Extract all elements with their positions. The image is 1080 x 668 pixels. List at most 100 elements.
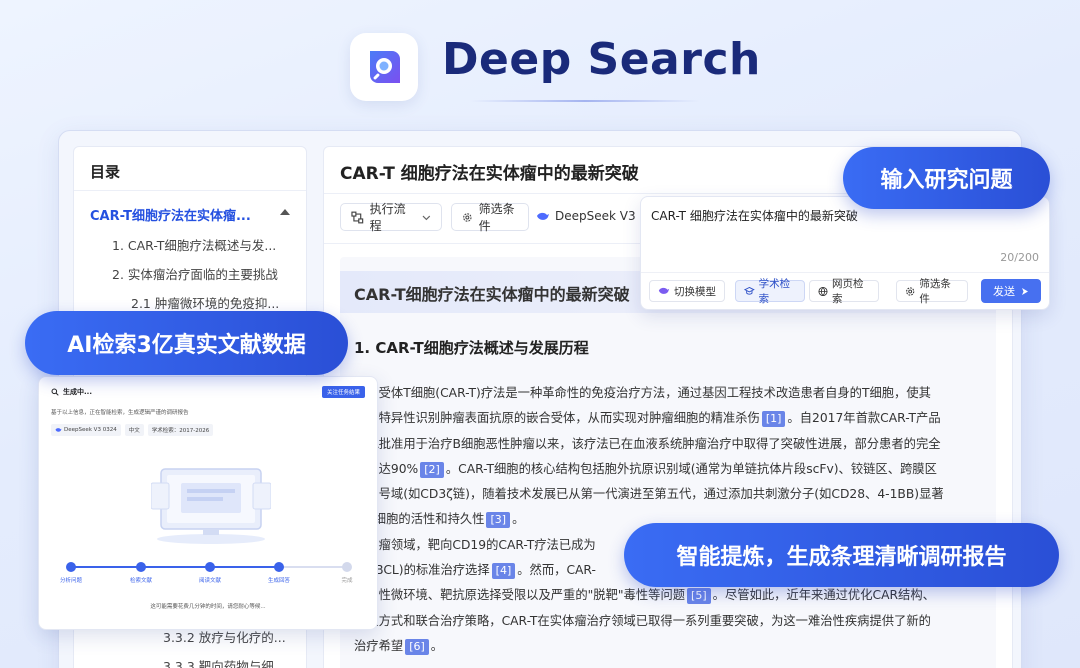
- feature-pill-report: 智能提炼，生成条理清晰调研报告: [624, 523, 1059, 587]
- filter-chip[interactable]: 筛选条件: [896, 278, 968, 305]
- step-label-3: 阅读文献: [198, 578, 221, 584]
- chevron-down-icon: [422, 215, 431, 220]
- report-line: 率高达90% [2] 。CAR-T细胞的核心结构包括胞外抗原识别域(通常为单链抗体片…: [354, 457, 984, 482]
- search-icon: [51, 388, 59, 396]
- report-line: 抑制性微环境、靶抗原选择受限以及严重的"脱靶"毒性等问题 [5] 。尽管如此，近年来…: [354, 583, 984, 608]
- model-indicator[interactable]: DeepSeek V3 03: [536, 209, 655, 223]
- globe-icon: [818, 286, 828, 296]
- send-arrow-icon: [1022, 287, 1028, 295]
- citation-badge[interactable]: [5]: [687, 588, 711, 605]
- progress-card: 生成中... 关注任务结果 基于以上信息，正在智能检索，生成逻辑严谨的调研报告 …: [38, 376, 378, 630]
- step-label-2: 检索文献: [129, 578, 152, 584]
- web-search-label: 网页检索: [831, 278, 864, 305]
- step-dot-2: [136, 562, 146, 572]
- academic-search-label: 学术检索: [758, 278, 791, 305]
- flow-icon: [351, 211, 364, 223]
- card-footer: 这可能需要花费几分钟的时间，请您耐心等候...: [150, 604, 266, 610]
- language-tag: 中文: [124, 424, 144, 436]
- step-label-1: 分析问题: [59, 578, 82, 584]
- deep-search-logo-icon: [370, 51, 400, 83]
- gear-icon: [906, 286, 915, 296]
- report-line: FDA批准用于治疗B细胞恶性肿瘤以来，该疗法已在血液系统肿瘤治疗中取得了突破性进…: [354, 432, 984, 457]
- filter-chip-label: 筛选条件: [919, 278, 951, 305]
- divider: [641, 272, 1049, 273]
- academic-search-chip[interactable]: 学术检索: [735, 278, 805, 305]
- toc-item-3-3-3[interactable]: 3.3.3 靶向药物与细...: [163, 656, 286, 668]
- progress-fill: [71, 566, 277, 568]
- collapse-caret-icon[interactable]: [280, 209, 290, 215]
- report-text: 能够特异性识别肿瘤表面抗原的嵌合受体，从而实现对肿瘤细胞的精准杀伤: [354, 411, 760, 426]
- gear-icon: [463, 212, 472, 222]
- question-input[interactable]: CAR-T 细胞疗法在实体瘤中的最新突破: [651, 207, 858, 224]
- step-label-4: 生成回答: [267, 578, 290, 584]
- citation-badge[interactable]: [1]: [761, 411, 786, 428]
- web-search-chip[interactable]: 网页检索: [809, 278, 879, 305]
- citation-badge[interactable]: [2]: [420, 461, 444, 478]
- report-line: 能够特异性识别肿瘤表面抗原的嵌合受体，从而实现对肿瘤细胞的精准杀伤 [1] 。自20…: [354, 406, 984, 431]
- filter-button[interactable]: 筛选条件: [451, 202, 529, 233]
- graduation-cap-icon: [744, 286, 755, 295]
- send-label: 发送: [993, 285, 1015, 298]
- status-line: 生成中...: [51, 387, 92, 397]
- report-line: 内信号域(如CD3ζ链)，随着技术发展已从第一代演进至第五代，通过添加共刺激分子…: [354, 482, 984, 507]
- report-text: 内信号域(如CD3ζ链)，随着技术发展已从第一代演进至第五代，通过添加共刺激分子…: [354, 487, 944, 502]
- flow-label: 执行流程: [369, 202, 406, 233]
- report-text: 。: [512, 512, 525, 527]
- report-text: FDA批准用于治疗B细胞恶性肿瘤以来，该疗法已在血液系统肿瘤治疗中取得了突破性进…: [354, 436, 941, 451]
- toc-heading: 目录: [74, 147, 306, 191]
- step-dot-4: [274, 562, 284, 572]
- search-range-tag: 学术检索：2017-2026: [147, 424, 214, 436]
- citation-badge[interactable]: [6]: [405, 638, 429, 655]
- report-text: 递送方式和联合治疗策略，CAR-T在实体瘤治疗领域已取得一系列重要突破，为这一难…: [354, 613, 931, 628]
- page-title: Deep Search: [442, 34, 761, 85]
- citation-badge[interactable]: [3]: [486, 512, 511, 529]
- toc-item-active[interactable]: CAR-T细胞疗法在实体瘤...: [90, 205, 251, 224]
- citation-badge[interactable]: [4]: [491, 563, 516, 580]
- report-body: CAR-T细胞疗法在实体瘤中的最新突破 1. CAR-T细胞疗法概述与发展历程 …: [340, 257, 996, 668]
- step-dot-5: [342, 562, 352, 572]
- step-dot-3: [205, 562, 215, 572]
- card-description: 基于以上信息，正在智能检索，生成逻辑严谨的调研报告: [51, 410, 189, 416]
- model-tag: DeepSeek V3 0324: [51, 424, 121, 436]
- feature-pill-search: AI检索3亿真实文献数据: [25, 311, 348, 375]
- report-text: 液肿瘤领域，靶向CD19的CAR-T疗法已成为: [354, 537, 596, 552]
- flow-button[interactable]: 执行流程: [340, 202, 442, 233]
- report-line: 递送方式和联合治疗策略，CAR-T在实体瘤治疗领域已取得一系列重要突破，为这一难…: [354, 609, 984, 634]
- report-text: 抑制性微环境、靶抗原选择受限以及严重的"脱靶"毒性等问题: [354, 588, 686, 603]
- feature-pill-input: 输入研究问题: [843, 147, 1050, 209]
- report-text: 。自2017年首款CAR-T产品: [787, 411, 941, 426]
- deepseek-whale-icon: [658, 287, 670, 294]
- deepseek-whale-icon: [55, 428, 62, 432]
- status-text: 生成中...: [63, 388, 92, 396]
- report-text: 。CAR-T细胞的核心结构包括胞外抗原识别域(通常为单链抗体片段scFv)、铰链…: [445, 461, 937, 476]
- switch-model-chip[interactable]: 切换模型: [649, 280, 725, 302]
- monitor-illustration-icon: [151, 468, 271, 544]
- report-line: 抗原受体T细胞(CAR-T)疗法是一种革命性的免疫治疗方法，通过基因工程技术改造…: [354, 381, 984, 406]
- chat-input-panel[interactable]: CAR-T 细胞疗法在实体瘤中的最新突破 20/200 切换模型 学术检索 网页…: [640, 196, 1050, 310]
- step-dot-1: [66, 562, 76, 572]
- toc-item-2[interactable]: 2. 实体瘤治疗面临的主要挑战: [112, 264, 278, 283]
- report-paragraph: 抗原受体T细胞(CAR-T)疗法是一种革命性的免疫治疗方法，通过基因工程技术改造…: [354, 381, 984, 659]
- card-tags: DeepSeek V3 0324 中文 学术检索：2017-2026: [51, 424, 214, 436]
- step-label-5: 完成: [341, 578, 353, 584]
- follow-task-button[interactable]: 关注任务结果: [321, 386, 365, 398]
- report-title: CAR-T细胞疗法在实体瘤中的最新突破: [354, 285, 630, 304]
- document-title: CAR-T 细胞疗法在实体瘤中的最新突破: [340, 164, 639, 184]
- report-text: 。: [430, 638, 444, 653]
- report-text: 。然而，CAR-: [517, 563, 596, 578]
- title-underline: [470, 100, 700, 102]
- toc-item-2-1[interactable]: 2.1 肿瘤微环境的免疫抑...: [131, 293, 279, 312]
- char-count: 20/200: [1000, 251, 1039, 264]
- toc-item-1[interactable]: 1. CAR-T细胞疗法概述与发...: [112, 235, 276, 254]
- report-text: 治疗希望: [354, 638, 404, 653]
- model-tag-label: DeepSeek V3 0324: [64, 427, 117, 433]
- app-logo: [350, 33, 418, 101]
- deepseek-whale-icon: [537, 212, 549, 220]
- send-button[interactable]: 发送: [981, 279, 1041, 303]
- section-heading: 1. CAR-T细胞疗法概述与发展历程: [354, 339, 589, 357]
- filter-label: 筛选条件: [478, 202, 515, 233]
- report-text: 抗原受体T细胞(CAR-T)疗法是一种革命性的免疫治疗方法，通过基因工程技术改造…: [354, 386, 931, 400]
- report-line: 治疗希望 [6]。: [354, 634, 984, 659]
- report-text: 。尽管如此，近年来通过优化CAR结构、: [712, 588, 935, 603]
- switch-model-label: 切换模型: [674, 285, 716, 298]
